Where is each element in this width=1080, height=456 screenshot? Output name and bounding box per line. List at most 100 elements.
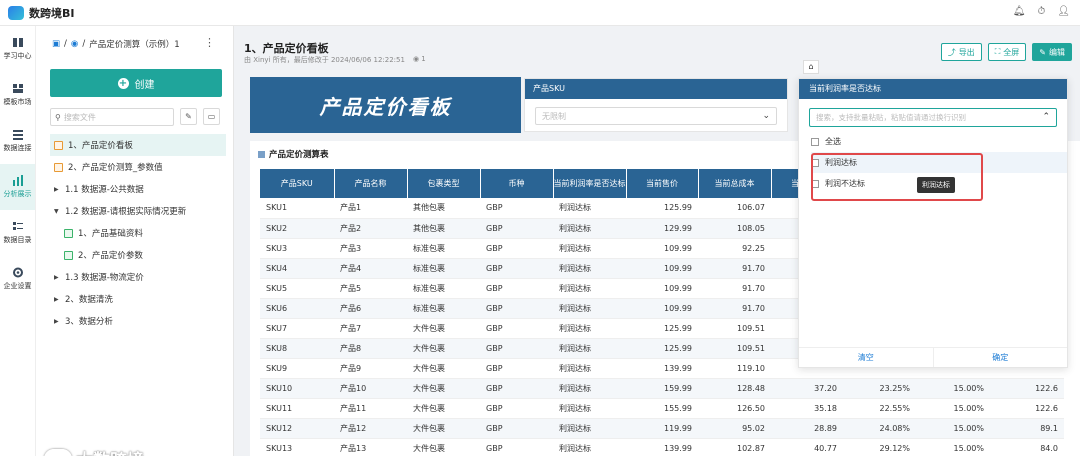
table-cell: 24.08% [843,418,916,439]
table-cell: 其他包裹 [407,218,480,239]
tree-item[interactable]: ▶ 1.3 数据源-物流定价 [50,266,226,288]
filter-option[interactable]: 全选 [811,131,1067,152]
table-cell: 91.70 [698,258,771,279]
nav-item-label: 企业设置 [3,282,32,290]
tree-item[interactable]: 2、产品定价参数 [50,244,226,266]
table-cell: SKU10 [260,378,334,399]
nav-item-label: 分析展示 [3,190,32,198]
table-cell: 利润达标 [553,258,626,279]
new-file-button[interactable]: ✎ [180,108,197,125]
bell-icon[interactable]: 🔔︎ [1013,6,1026,17]
table-cell: 标准包裹 [407,258,480,279]
table-cell: 产品12 [334,418,407,439]
table-row[interactable]: SKU11 产品11 大件包裹 GBP 利润达标 155.99 126.50 35.18 22.… [260,398,1064,419]
table-cell: 产品2 [334,218,407,239]
nav-item-3[interactable]: 分析展示 [0,164,35,210]
column-header[interactable]: 当前总成本 [698,169,772,198]
left-nav: 学习中心模板市场数据连接分析展示数据目录企业设置 [0,26,36,456]
column-header[interactable]: 当前售价 [626,169,699,198]
table-cell: 大件包裹 [407,398,480,419]
nav-item-1[interactable]: 模板市场 [0,72,35,118]
table-cell: 91.70 [698,278,771,299]
expand-arrow-icon[interactable]: ▶ [54,318,62,325]
table-cell: 22.55% [843,398,916,419]
table-cell: 产品6 [334,298,407,319]
table-cell: 利润达标 [553,198,626,219]
user-folder-icon[interactable]: ◉ [71,39,78,49]
table-cell: 126.50 [698,398,771,419]
table-cell: 109.51 [698,338,771,359]
nav-item-label: 模板市场 [3,98,32,106]
column-header[interactable]: 当前利润率是否达标 [553,169,627,198]
sku-filter-select[interactable]: 无限制 ⌄ [535,107,777,125]
logo-icon [8,5,24,20]
tree-item[interactable]: 1、产品定价看板 [50,134,226,156]
table-row[interactable]: SKU13 产品13 大件包裹 GBP 利润达标 139.99 102.87 40.77 29.… [260,438,1064,456]
nav-item-4[interactable]: 数据目录 [0,210,35,256]
tree-item-label: 1、产品基础资料 [78,229,143,239]
dataset-file-icon [64,250,73,260]
table-cell: 利润达标 [553,418,626,439]
table-row[interactable]: SKU12 产品12 大件包裹 GBP 利润达标 119.99 95.02 28.89 24.0… [260,418,1064,439]
home-icon[interactable]: ▣ [52,39,60,49]
lock-icon[interactable]: ⌂ [803,60,819,74]
top-bar: 数跨境BI 🔔︎ ⏱︎ 👤︎ [0,0,1080,26]
confirm-button[interactable]: 确定 [934,348,1068,367]
app-logo[interactable]: 数跨境BI [8,5,74,21]
nav-item-2[interactable]: 数据连接 [0,118,35,164]
table-cell: SKU6 [260,298,334,319]
tooltip: 利润达标 [917,177,955,193]
table-cell: 125.99 [626,338,698,359]
table-cell: 23.25% [843,378,916,399]
table-cell: 利润达标 [553,318,626,339]
profit-filter-search-input[interactable]: 搜索，支持批量粘贴，粘贴值请通过换行识别 ⌃ [809,108,1057,127]
tree-item-label: 2、产品定价参数 [78,251,143,261]
table-cell: 利润达标 [553,298,626,319]
new-folder-button[interactable]: ▭ [203,108,220,125]
table-cell: 利润达标 [553,338,626,359]
nav-item-0[interactable]: 学习中心 [0,26,35,72]
expand-arrow-icon[interactable]: ▼ [54,208,62,215]
table-cell: 其他包裹 [407,198,480,219]
export-button[interactable]: ⤴ 导出 [940,43,982,61]
eye-icon: ◉ [412,55,420,63]
user-icon[interactable]: 👤︎ [1057,6,1070,17]
more-menu-icon[interactable]: ⋮ [204,36,215,49]
tree-item[interactable]: 2、产品定价测算_参数值 [50,156,226,178]
fullscreen-button[interactable]: ⛶ 全屏 [987,43,1027,61]
expand-arrow-icon[interactable]: ▶ [54,274,62,281]
tree-item[interactable]: ▶ 1.1 数据源-公共数据 [50,178,226,200]
table-cell: 122.6 [990,398,1064,419]
tree-item[interactable]: ▼ 1.2 数据源-请根据实际情况更新 [50,200,226,222]
clear-button[interactable]: 清空 [799,348,934,367]
expand-arrow-icon[interactable]: ▶ [54,296,62,303]
tree-item[interactable]: 1、产品基础资料 [50,222,226,244]
search-input[interactable]: ⚲ 搜索文件 [50,108,174,126]
file-tree: 1、产品定价看板 2、产品定价测算_参数值 ▶ 1.1 数据源-公共数据 ▼ 1.2 数据… [50,134,226,332]
table-cell: GBP [480,418,553,439]
list-icon [12,129,24,140]
table-cell: 106.07 [698,198,771,219]
table-row[interactable]: SKU10 产品10 大件包裹 GBP 利润达标 159.99 128.48 37.20 23.… [260,378,1064,399]
tree-item-label: 2、数据清洗 [65,295,113,305]
column-header[interactable]: 产品名称 [334,169,408,198]
table-cell: 84.0 [990,438,1064,456]
table-cell: 大件包裹 [407,358,480,379]
expand-arrow-icon[interactable]: ▶ [54,186,62,193]
column-header[interactable]: 币种 [480,169,554,198]
export-icon: ⤴ [947,47,956,57]
tree-item[interactable]: ▶ 2、数据清洗 [50,288,226,310]
create-button[interactable]: + 创建 [50,69,222,97]
column-header[interactable]: 产品SKU [260,169,335,198]
column-header[interactable]: 包裹类型 [407,169,481,198]
edit-button[interactable]: ✎ 编辑 [1032,43,1072,61]
table-cell: 109.99 [626,298,698,319]
table-cell: 标准包裹 [407,278,480,299]
banner-title: 产品定价看板 [319,94,452,119]
search-icon: ⚲ [55,112,61,122]
tree-item[interactable]: ▶ 3、数据分析 [50,310,226,332]
checkbox[interactable] [811,137,819,146]
nav-item-5[interactable]: 企业设置 [0,256,35,302]
timer-icon[interactable]: ⏱︎ [1037,6,1045,17]
table-cell: 标准包裹 [407,238,480,259]
